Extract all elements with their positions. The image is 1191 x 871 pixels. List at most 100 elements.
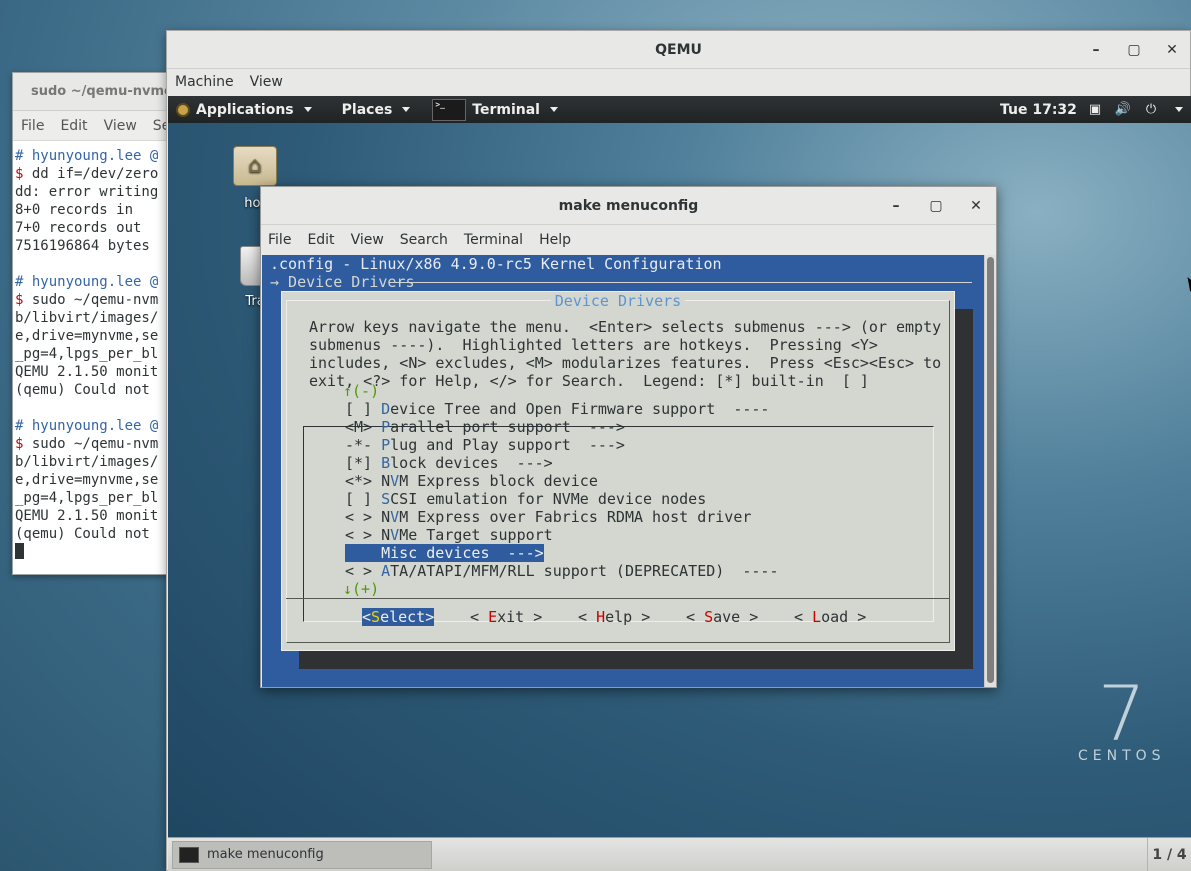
menu-item-mark: < >	[345, 562, 382, 580]
scroll-up-indicator: ↑(-)	[343, 382, 380, 400]
bottom-taskbar: make menuconfig 1 / 4	[168, 837, 1191, 871]
prompt-text: # hyunyoung.lee @	[15, 418, 159, 434]
terminal-line: (qemu) Could not	[15, 382, 150, 398]
menu-item-mark: <M>	[345, 418, 382, 436]
minimize-icon[interactable]: –	[1088, 42, 1104, 58]
menu-item-mark: [*]	[345, 454, 382, 472]
button-hotkey: E	[488, 608, 498, 626]
terminal-scrollbar[interactable]	[984, 255, 996, 687]
terminal-screen[interactable]: .config - Linux/x86 4.9.0-rc5 Kernel Con…	[262, 255, 986, 687]
gnome-top-bar: Applications Places Terminal Tue 17:32 ▣…	[168, 96, 1191, 123]
menu-item[interactable]: -*- Plug and Play support --->	[345, 436, 625, 454]
host-menu-file[interactable]: File	[21, 118, 44, 134]
command-text: dd if=/dev/zero	[31, 166, 159, 182]
qemu-window[interactable]: QEMU – ▢ ✕ Machine View Applications Pla…	[166, 30, 1191, 871]
menu-item-mark: <*>	[345, 472, 382, 490]
system-tray[interactable]: ▣ 🔊 ⏻	[1087, 96, 1183, 123]
host-menu-view[interactable]: View	[104, 118, 137, 134]
menu-item[interactable]: <M> Parallel port support --->	[345, 418, 625, 436]
terminal-line: # hyunyoung.lee @	[15, 147, 171, 165]
menu-item[interactable]: [*] Block devices --->	[345, 454, 553, 472]
host-menu-edit[interactable]: Edit	[60, 118, 87, 134]
menu-item-prefix: N	[381, 508, 391, 526]
qemu-menu-machine[interactable]: Machine	[175, 74, 234, 90]
menu-item[interactable]: <*> NVM Express block device	[345, 472, 598, 490]
close-icon[interactable]: ✕	[1164, 42, 1180, 58]
menu-item-mark	[345, 544, 381, 562]
applications-menu[interactable]: Applications	[168, 96, 320, 123]
places-label: Places	[341, 101, 393, 118]
host-terminal-window[interactable]: sudo ~/qemu-nvme/ File Edit View Se # hy…	[12, 72, 172, 575]
menuconfig-menubar: File Edit View Search Terminal Help	[261, 225, 996, 255]
help-line: exit, <?> for Help, </> for Search. Lege…	[309, 372, 869, 390]
guest-screen[interactable]: Applications Places Terminal Tue 17:32 ▣…	[168, 96, 1191, 871]
menu-item[interactable]: < > NVM Express over Fabrics RDMA host d…	[345, 508, 751, 526]
scrollbar-thumb[interactable]	[987, 257, 994, 683]
device-drivers-dialog[interactable]: Device Drivers Arrow keys navigate the m…	[281, 291, 955, 651]
menu-item-label: arallel port support --->	[390, 418, 625, 436]
menu-item-label: CSI emulation for NVMe device nodes	[390, 490, 707, 508]
button-text: xit >	[497, 608, 543, 626]
chevron-down-icon[interactable]	[1175, 107, 1183, 112]
menu-help[interactable]: Help	[539, 232, 571, 248]
dialog-button[interactable]: < Help >	[578, 608, 650, 626]
terminal-line: # hyunyoung.lee @	[15, 273, 171, 291]
dialog-button[interactable]: < Exit >	[470, 608, 542, 626]
button-text: <	[794, 608, 813, 626]
prompt-symbol: $	[15, 166, 32, 182]
volume-icon[interactable]: 🔊	[1115, 102, 1131, 118]
dialog-button[interactable]: <Select>	[362, 608, 435, 626]
menu-terminal[interactable]: Terminal	[464, 232, 523, 248]
menu-item[interactable]: Misc devices --->	[345, 544, 544, 562]
menu-item[interactable]: < > N V Me Target support	[345, 526, 553, 544]
command-text: sudo ~/qemu-nvm	[31, 292, 159, 308]
centos-logo: 7 CENTOS	[1078, 669, 1166, 765]
maximize-icon[interactable]: ▢	[1126, 42, 1142, 58]
taskbar-item-label: make menuconfig	[207, 847, 324, 862]
host-terminal-output[interactable]: # hyunyoung.lee @ $ dd if=/dev/zero dd: er…	[13, 141, 171, 561]
terminal-icon	[432, 98, 467, 121]
menu-edit[interactable]: Edit	[307, 232, 334, 248]
cursor-line	[15, 543, 171, 561]
menu-item-hotkey: V	[390, 508, 400, 526]
places-menu[interactable]: Places	[334, 96, 419, 123]
scroll-down-indicator: ↓(+)	[343, 580, 380, 598]
dialog-button[interactable]: < Save >	[686, 608, 758, 626]
qemu-menu-view[interactable]: View	[250, 74, 283, 90]
prompt-symbol: $	[15, 292, 32, 308]
close-icon[interactable]: ✕	[968, 198, 984, 214]
menu-view[interactable]: View	[351, 232, 384, 248]
minimize-icon[interactable]: –	[888, 198, 904, 214]
button-text: elp >	[605, 608, 651, 626]
button-text: <	[470, 608, 489, 626]
taskbar-item-menuconfig[interactable]: make menuconfig	[172, 840, 432, 869]
menu-item[interactable]: [ ] Device Tree and Open Firmware suppor…	[345, 400, 769, 418]
centos-numeral: 7	[1097, 669, 1146, 758]
terminal-line: (qemu) Could not	[15, 526, 150, 542]
terminal-icon	[179, 846, 199, 863]
menu-item-hotkey: P	[381, 418, 391, 436]
clock[interactable]: Tue 17:32	[1000, 96, 1077, 123]
menu-search[interactable]: Search	[400, 232, 448, 248]
menuconfig-terminal-window[interactable]: make menuconfig – ▢ ✕ File Edit View Sea…	[260, 186, 997, 688]
terminal-app-menu[interactable]: Terminal	[424, 96, 566, 123]
dialog-button[interactable]: < Load >	[794, 608, 866, 626]
menu-item-mark: [ ]	[345, 400, 382, 418]
button-hotkey: S	[371, 608, 381, 626]
text-cursor	[15, 543, 24, 559]
power-icon[interactable]: ⏻	[1143, 102, 1159, 118]
help-line: Arrow keys navigate the menu. <Enter> se…	[309, 318, 942, 336]
menu-file[interactable]: File	[268, 232, 291, 248]
menu-item[interactable]: < > A TA/ATAPI/MFM/RLL support (DEPRECATE…	[345, 562, 778, 580]
menu-item-mark: < >	[345, 526, 382, 544]
terminal-line: _pg=4,lpgs_per_bl	[15, 490, 159, 506]
maximize-icon[interactable]: ▢	[928, 198, 944, 214]
display-icon[interactable]: ▣	[1087, 102, 1103, 118]
chevron-down-icon	[303, 107, 312, 112]
button-text: <	[362, 608, 372, 626]
menu-item[interactable]: [ ] S CSI emulation for NVMe device nodes	[345, 490, 706, 508]
workspace-indicator[interactable]: 1 / 4	[1147, 838, 1191, 871]
menu-item-hotkey: M	[381, 544, 391, 562]
menu-item-hotkey: D	[381, 400, 391, 418]
dialog-title: Device Drivers	[282, 292, 954, 310]
